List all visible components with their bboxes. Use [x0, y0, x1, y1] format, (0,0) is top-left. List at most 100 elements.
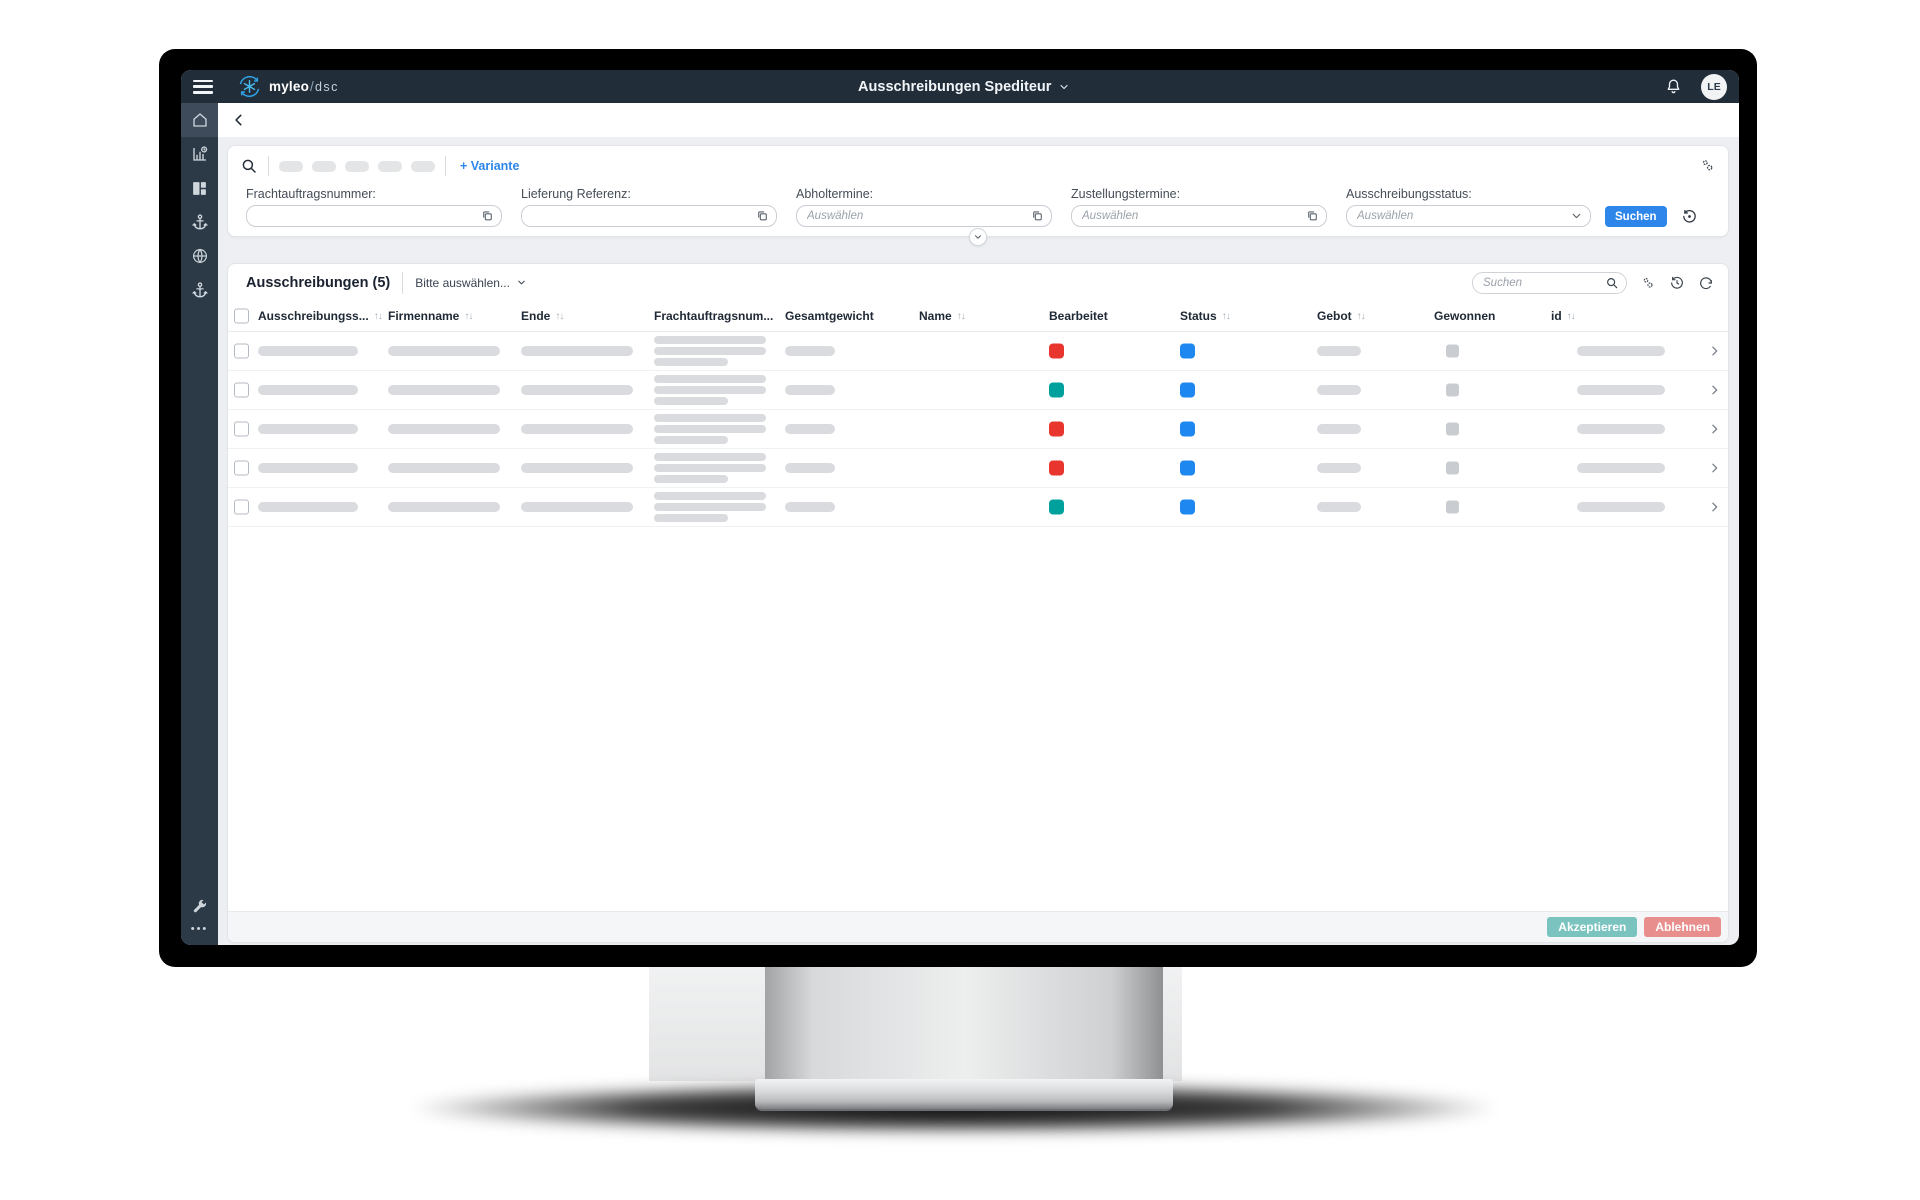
frachtauftragsnummer-input[interactable]: [246, 205, 502, 227]
row-chevron-right-icon[interactable]: [1708, 384, 1721, 397]
row-chevron-right-icon[interactable]: [1708, 501, 1721, 514]
monitor-stand-base: [755, 1079, 1173, 1111]
copy-icon[interactable]: [481, 210, 494, 223]
skeleton-cell: [1317, 424, 1361, 434]
row-checkbox[interactable]: [234, 500, 249, 515]
abholtermine-select[interactable]: [796, 205, 1052, 227]
sidebar-item-port-2[interactable]: [181, 273, 218, 307]
anchor-icon: [191, 281, 209, 299]
brand[interactable]: myleo/dsc: [237, 74, 339, 99]
gewonnen-indicator: [1446, 462, 1459, 475]
filter-label: Lieferung Referenz:: [521, 187, 777, 201]
collapse-filters-toggle[interactable]: [969, 228, 987, 246]
sidebar-item-port-1[interactable]: [181, 205, 218, 239]
filter-label: Abholtermine:: [796, 187, 1052, 201]
skeleton-multiline-cell: [654, 375, 766, 405]
column-header-name[interactable]: Name↑↓: [919, 309, 965, 323]
table-panel: Ausschreibungen (5) Bitte auswählen...: [227, 263, 1729, 943]
skeleton-cell: [1577, 346, 1665, 356]
sort-icon[interactable]: ↑↓: [1222, 311, 1230, 322]
row-chevron-right-icon[interactable]: [1708, 462, 1721, 475]
select-all-checkbox[interactable]: [234, 309, 249, 324]
skeleton-cell: [388, 424, 500, 434]
skeleton-cell: [521, 385, 633, 395]
gewonnen-indicator: [1446, 501, 1459, 514]
column-header-gebot[interactable]: Gebot↑↓: [1317, 309, 1365, 323]
row-chevron-right-icon[interactable]: [1708, 423, 1721, 436]
search-icon[interactable]: [1605, 276, 1619, 290]
hamburger-menu-icon[interactable]: [193, 80, 213, 94]
column-header-id[interactable]: id↑↓: [1551, 309, 1575, 323]
table-row[interactable]: [228, 332, 1728, 371]
row-checkbox[interactable]: [234, 422, 249, 437]
row-chevron-right-icon[interactable]: [1708, 345, 1721, 358]
table-refresh-icon[interactable]: [1698, 275, 1714, 291]
filter-row: Frachtauftragsnummer: Lieferung Referenz…: [228, 186, 1728, 227]
column-header-firmenname[interactable]: Firmenname↑↓: [388, 309, 472, 323]
suchen-button[interactable]: Suchen: [1605, 206, 1667, 227]
row-checkbox[interactable]: [234, 344, 249, 359]
bearbeitet-indicator: [1049, 383, 1064, 398]
search-skeleton-chips: [279, 161, 435, 172]
skeleton-cell: [388, 385, 500, 395]
table-row[interactable]: [228, 371, 1728, 410]
column-header-frachtauftragsnum[interactable]: Frachtauftragsnum...↑↓: [654, 309, 773, 323]
row-checkbox[interactable]: [234, 461, 249, 476]
row-checkbox[interactable]: [234, 383, 249, 398]
table-search-input[interactable]: [1472, 272, 1627, 294]
more-icon[interactable]: •••: [191, 923, 209, 935]
ausschreibungsstatus-select[interactable]: [1346, 205, 1591, 227]
avatar[interactable]: LE: [1701, 74, 1727, 100]
column-header-ausschreibungs[interactable]: Ausschreibungss...↑↓: [258, 309, 382, 323]
bulk-action-label: Bitte auswählen...: [415, 276, 510, 290]
page-title-dropdown[interactable]: Ausschreibungen Spediteur: [858, 70, 1070, 103]
chevron-down-icon[interactable]: [1570, 210, 1583, 223]
table-history-icon[interactable]: [1669, 275, 1685, 291]
bell-icon[interactable]: [1664, 77, 1683, 96]
sidebar: •••: [181, 103, 218, 945]
filter-label: Zustellungstermine:: [1071, 187, 1327, 201]
back-bar: [218, 103, 1739, 137]
column-header-status[interactable]: Status↑↓: [1180, 309, 1230, 323]
sort-icon[interactable]: ↑↓: [555, 311, 563, 322]
bulk-action-select[interactable]: Bitte auswählen...: [415, 276, 527, 290]
sidebar-item-statistics[interactable]: [181, 137, 218, 171]
sidebar-item-home[interactable]: [181, 103, 218, 137]
akzeptieren-button[interactable]: Akzeptieren: [1547, 917, 1637, 937]
column-header-bearbeitet[interactable]: Bearbeitet↑↓: [1049, 309, 1108, 323]
variante-link[interactable]: + Variante: [460, 159, 519, 173]
column-header-gesamtgewicht[interactable]: Gesamtgewicht↑↓: [785, 309, 874, 323]
sidebar-item-tools[interactable]: [181, 889, 218, 923]
skeleton-cell: [1577, 424, 1665, 434]
table-row[interactable]: [228, 449, 1728, 488]
column-header-ende[interactable]: Ende↑↓: [521, 309, 563, 323]
sort-icon[interactable]: ↑↓: [464, 311, 472, 322]
anchor-icon: [191, 213, 209, 231]
brand-text: myleo/dsc: [269, 79, 339, 94]
sidebar-item-global[interactable]: [181, 239, 218, 273]
sort-icon[interactable]: ↑↓: [374, 311, 382, 322]
panel-settings-icon[interactable]: [1699, 157, 1716, 174]
skeleton-cell: [1317, 385, 1361, 395]
sidebar-item-dashboard[interactable]: [181, 171, 218, 205]
table-row[interactable]: [228, 488, 1728, 527]
copy-icon[interactable]: [1306, 210, 1319, 223]
sort-icon[interactable]: ↑↓: [1357, 311, 1365, 322]
lieferung-referenz-input[interactable]: [521, 205, 777, 227]
sort-icon[interactable]: ↑↓: [957, 311, 965, 322]
back-chevron-icon[interactable]: [232, 113, 246, 127]
zustellungstermine-select[interactable]: [1071, 205, 1327, 227]
ablehnen-button[interactable]: Ablehnen: [1644, 917, 1721, 937]
table-settings-icon[interactable]: [1640, 275, 1656, 291]
table-row[interactable]: [228, 410, 1728, 449]
gewonnen-indicator: [1446, 423, 1459, 436]
sort-icon[interactable]: ↑↓: [1567, 311, 1575, 322]
column-header-gewonnen[interactable]: Gewonnen↑↓: [1434, 309, 1495, 323]
skeleton-cell: [785, 463, 835, 473]
table-body: [228, 332, 1728, 527]
quick-search-row: + Variante: [228, 146, 1728, 186]
skeleton-cell: [521, 424, 633, 434]
copy-icon[interactable]: [1031, 210, 1044, 223]
copy-icon[interactable]: [756, 210, 769, 223]
reset-history-icon[interactable]: [1681, 208, 1698, 225]
